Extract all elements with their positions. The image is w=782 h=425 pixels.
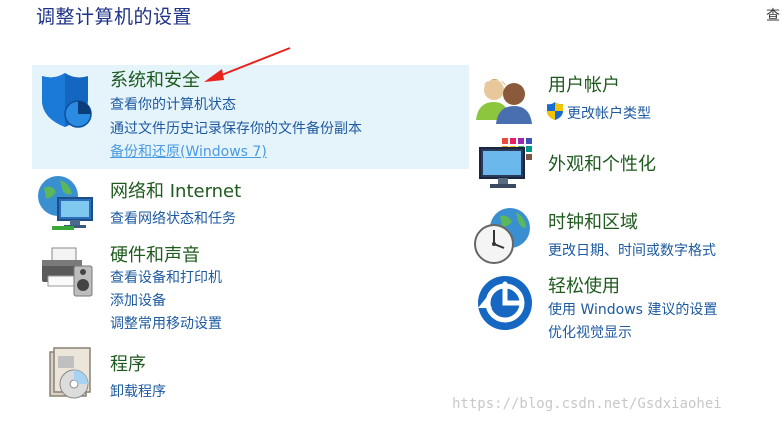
view-by-label[interactable]: 查 — [766, 5, 780, 25]
category-title-programs[interactable]: 程序 — [110, 350, 146, 376]
link-uninstall-program[interactable]: 卸载程序 — [110, 381, 166, 401]
category-title-appearance[interactable]: 外观和个性化 — [548, 150, 656, 176]
link-devices-printers[interactable]: 查看设备和打印机 — [110, 267, 222, 287]
annotation-arrow-icon — [204, 47, 291, 82]
link-windows-recommended-settings[interactable]: 使用 Windows 建议的设置 — [548, 299, 717, 319]
link-backup-restore-windows7[interactable]: 备份和还原(Windows 7) — [110, 141, 267, 161]
link-file-history-backup[interactable]: 通过文件历史记录保存你的文件备份副本 — [110, 118, 362, 138]
link-view-computer-status[interactable]: 查看你的计算机状态 — [110, 94, 236, 114]
category-title-hardware[interactable]: 硬件和声音 — [110, 241, 200, 267]
category-title-ease-of-access[interactable]: 轻松使用 — [548, 272, 620, 298]
link-network-status[interactable]: 查看网络状态和任务 — [110, 208, 236, 228]
category-title-clock-region[interactable]: 时钟和区域 — [548, 208, 638, 234]
page-title: 调整计算机的设置 — [36, 6, 193, 28]
category-title-network[interactable]: 网络和 Internet — [110, 177, 241, 203]
programs-icon — [49, 347, 91, 399]
link-add-device[interactable]: 添加设备 — [110, 290, 166, 310]
printer-speaker-icon — [42, 247, 93, 297]
link-change-date-time-format[interactable]: 更改日期、时间或数字格式 — [548, 240, 716, 260]
ease-of-access-icon — [478, 276, 532, 330]
shield-icon — [42, 73, 92, 128]
uac-shield-icon — [547, 102, 563, 120]
link-optimize-visual-display[interactable]: 优化视觉显示 — [548, 322, 632, 342]
clock-globe-icon — [474, 208, 530, 264]
users-icon — [476, 79, 532, 124]
link-change-account-type[interactable]: 更改帐户类型 — [567, 103, 651, 123]
network-globe-icon — [38, 176, 93, 230]
category-title-user-accounts[interactable]: 用户帐户 — [548, 71, 620, 97]
link-mobility-settings[interactable]: 调整常用移动设置 — [110, 313, 222, 333]
appearance-monitor-icon — [479, 138, 532, 188]
category-title-system-security[interactable]: 系统和安全 — [110, 66, 200, 92]
watermark: https://blog.csdn.net/Gsdxiaohei — [452, 396, 722, 412]
